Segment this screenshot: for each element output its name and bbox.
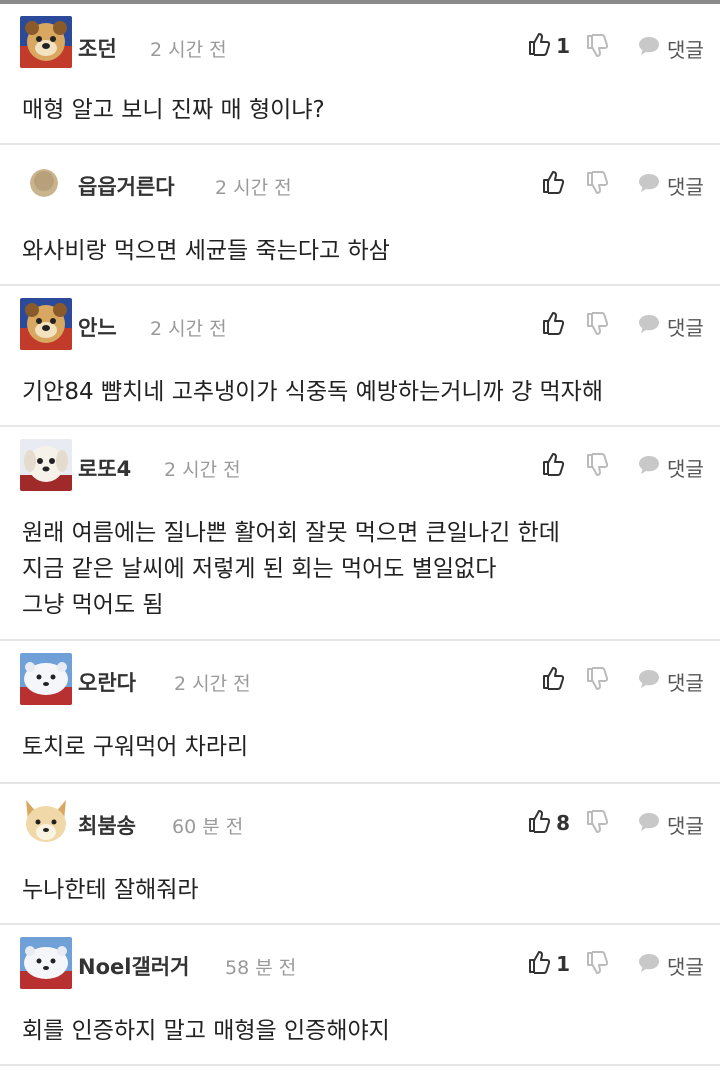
comment-item: 조던 2 시간 전 1 댓글 매형 알고 보니 진짜 매 형이냐? xyxy=(0,4,720,145)
polar-bear-avatar-icon[interactable] xyxy=(20,937,72,989)
comment-username[interactable]: 조던 xyxy=(78,33,117,63)
comment-item: 안느 2 시간 전 댓글 기안84 뺨치네 고추냉이가 식중독 예방하는거니까 … xyxy=(0,286,720,427)
reply-label: 댓글 xyxy=(667,670,704,695)
comment-timestamp: 2 시간 전 xyxy=(164,459,241,481)
reply-button[interactable]: 댓글 xyxy=(637,810,704,838)
comment-username[interactable]: 읍읍거른다 xyxy=(78,171,175,201)
comment-line: 회를 인증하지 말고 매형을 인증해야지 xyxy=(22,1018,390,1044)
reply-label: 댓글 xyxy=(667,174,704,199)
comment-timestamp: 2 시간 전 xyxy=(150,39,227,61)
comment-body: 기안84 뺨치네 고추냉이가 식중독 예방하는거니까 걍 먹자해 xyxy=(22,374,603,410)
reply-label: 댓글 xyxy=(667,813,704,838)
comment-body: 회를 인증하지 말고 매형을 인증해야지 xyxy=(22,1013,390,1049)
speech-bubble-icon xyxy=(637,811,661,837)
like-button[interactable]: 1 xyxy=(528,949,570,979)
polar-bear-avatar-icon[interactable] xyxy=(20,653,72,705)
reply-label: 댓글 xyxy=(667,315,704,340)
comment-item: 읍읍거른다 2 시간 전 댓글 와사비랑 먹으면 세균들 죽는다고 하삼 xyxy=(0,145,720,286)
thumbs-down-icon[interactable] xyxy=(585,951,611,979)
thumbs-up-icon xyxy=(542,311,565,339)
comment-username[interactable]: 로또4 xyxy=(78,453,131,483)
reply-label: 댓글 xyxy=(667,37,704,62)
thumbs-up-icon xyxy=(542,452,565,480)
comment-timestamp: 2 시간 전 xyxy=(174,673,251,695)
like-button[interactable] xyxy=(542,665,570,695)
comment-line: 원래 여름에는 질나쁜 활어회 잘못 먹으면 큰일나긴 한데 xyxy=(22,520,560,546)
reply-button[interactable]: 댓글 xyxy=(637,34,704,62)
comment-timestamp: 60 분 전 xyxy=(172,816,244,838)
comment-item: 오란다 2 시간 전 댓글 토치로 구워먹어 차라리 xyxy=(0,641,720,784)
comment-line: 기안84 뺨치네 고추냉이가 식중독 예방하는거니까 걍 먹자해 xyxy=(22,379,603,405)
comment-item: Noel갤러거 58 분 전 1 댓글 회를 인증하지 말고 매형을 인증해야지 xyxy=(0,925,720,1066)
reply-button[interactable]: 댓글 xyxy=(637,171,704,199)
like-button[interactable] xyxy=(542,310,570,340)
comment-username[interactable]: Noel갤러거 xyxy=(78,951,189,981)
like-button[interactable] xyxy=(542,451,570,481)
comment-timestamp: 58 분 전 xyxy=(225,957,297,979)
speech-bubble-icon xyxy=(637,668,661,694)
reply-label: 댓글 xyxy=(667,954,704,979)
like-count: 1 xyxy=(556,952,570,976)
comment-line: 토치로 구워먹어 차라리 xyxy=(22,734,249,760)
speech-bubble-icon xyxy=(637,172,661,198)
comment-line: 와사비랑 먹으면 세균들 죽는다고 하삼 xyxy=(22,238,390,264)
thumbs-down-icon[interactable] xyxy=(585,34,611,62)
speech-bubble-icon xyxy=(637,952,661,978)
thumbs-up-icon xyxy=(528,32,551,60)
thumbs-down-icon[interactable] xyxy=(585,810,611,838)
comment-username[interactable]: 오란다 xyxy=(78,667,136,697)
reply-button[interactable]: 댓글 xyxy=(637,951,704,979)
like-button[interactable]: 1 xyxy=(528,31,570,61)
thumbs-up-icon xyxy=(528,950,551,978)
comment-body: 와사비랑 먹으면 세균들 죽는다고 하삼 xyxy=(22,233,390,269)
thumbs-down-icon[interactable] xyxy=(585,453,611,481)
comment-list: 조던 2 시간 전 1 댓글 매형 알고 보니 진짜 매 형이냐? 읍읍거른다 … xyxy=(0,4,720,1066)
comment-line: 누나한테 잘해줘라 xyxy=(22,877,199,903)
reply-button[interactable]: 댓글 xyxy=(637,453,704,481)
comment-body: 토치로 구워먹어 차라리 xyxy=(22,729,248,765)
thumbs-up-icon xyxy=(528,809,551,837)
comment-line: 매형 알고 보니 진짜 매 형이냐? xyxy=(22,97,325,123)
comment-body: 누나한테 잘해줘라 xyxy=(22,872,199,908)
dog-avatar-icon[interactable] xyxy=(20,16,72,68)
like-count: 1 xyxy=(556,34,570,58)
speech-bubble-icon xyxy=(637,454,661,480)
thumbs-down-icon[interactable] xyxy=(585,171,611,199)
thumbs-up-icon xyxy=(542,666,565,694)
reply-button[interactable]: 댓글 xyxy=(637,312,704,340)
comment-item: 로또4 2 시간 전 댓글 원래 여름에는 질나쁜 활어회 잘못 먹으면 큰일나… xyxy=(0,427,720,641)
reply-label: 댓글 xyxy=(667,456,704,481)
comment-timestamp: 2 시간 전 xyxy=(150,318,227,340)
comment-body: 원래 여름에는 질나쁜 활어회 잘못 먹으면 큰일나긴 한데 지금 같은 날씨에… xyxy=(22,515,560,623)
like-count: 8 xyxy=(556,811,570,835)
white-dog-avatar-icon[interactable] xyxy=(20,439,72,491)
comment-body: 매형 알고 보니 진짜 매 형이냐? xyxy=(22,92,325,128)
comment-line: 그냥 먹어도 됨 xyxy=(22,592,164,618)
comment-username[interactable]: 최붐송 xyxy=(78,810,136,840)
comment-username[interactable]: 안느 xyxy=(78,312,117,342)
comment-item: 최붐송 60 분 전 8 댓글 누나한테 잘해줘라 xyxy=(0,784,720,925)
comment-line: 지금 같은 날씨에 저렇게 된 회는 먹어도 별일없다 xyxy=(22,556,497,582)
round-avatar-icon[interactable] xyxy=(30,169,58,197)
thumbs-down-icon[interactable] xyxy=(585,667,611,695)
speech-bubble-icon xyxy=(637,313,661,339)
like-button[interactable] xyxy=(542,169,570,199)
thumbs-down-icon[interactable] xyxy=(585,312,611,340)
comment-timestamp: 2 시간 전 xyxy=(215,177,292,199)
shiba-avatar-icon[interactable] xyxy=(20,796,72,848)
speech-bubble-icon xyxy=(637,35,661,61)
reply-button[interactable]: 댓글 xyxy=(637,667,704,695)
like-button[interactable]: 8 xyxy=(528,808,570,838)
dog-avatar-icon[interactable] xyxy=(20,298,72,350)
thumbs-up-icon xyxy=(542,170,565,198)
